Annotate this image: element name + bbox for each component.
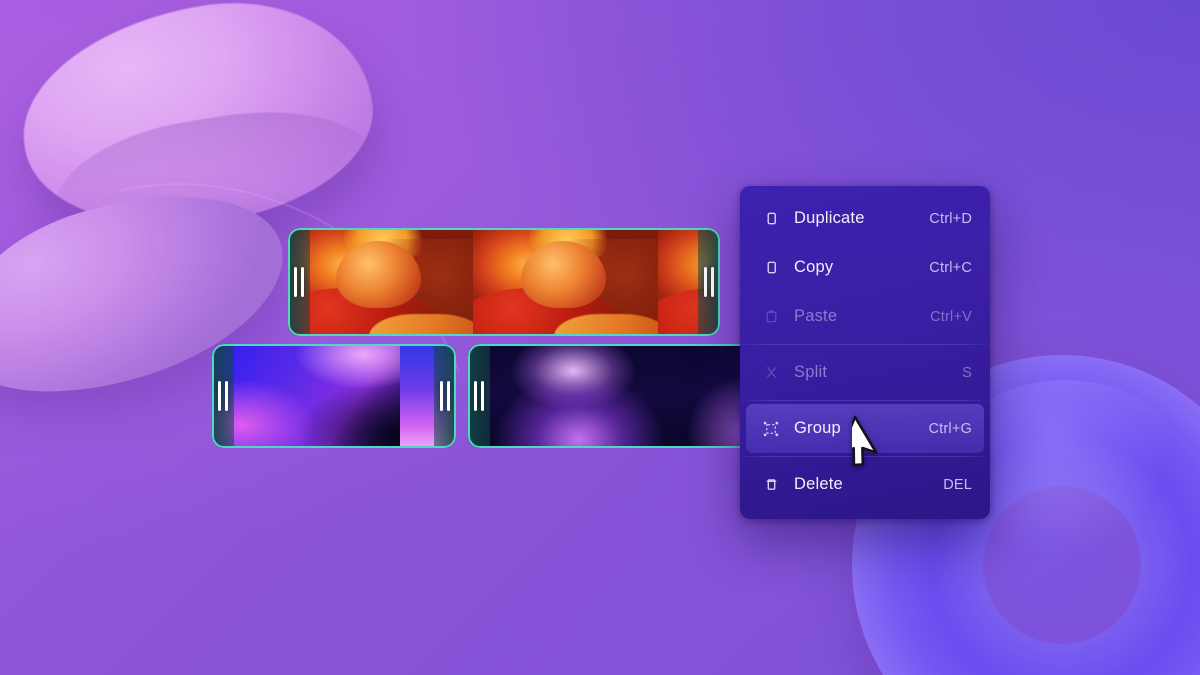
menu-item-shortcut: Ctrl+V xyxy=(930,308,972,325)
menu-item-label: Split xyxy=(794,363,828,381)
clip-frame xyxy=(468,344,760,448)
duplicate-icon xyxy=(760,211,782,226)
menu-item-shortcut: S xyxy=(962,364,972,381)
group-icon xyxy=(760,421,782,437)
timeline-clip[interactable] xyxy=(288,228,720,336)
menu-item-label: Duplicate xyxy=(794,209,865,227)
editor-canvas: Duplicate Ctrl+D Copy Ctrl+C Paste Ctrl+V Spli… xyxy=(0,0,1200,675)
menu-item-label: Paste xyxy=(794,307,838,325)
clip-thumbnail-strip xyxy=(468,344,760,448)
menu-item-label: Copy xyxy=(794,258,834,276)
menu-item-shortcut: Ctrl+G xyxy=(928,420,972,437)
clip-thumbnail-strip xyxy=(212,344,456,448)
trim-handle-left[interactable] xyxy=(468,344,490,448)
menu-item-split: Split S xyxy=(746,348,984,397)
menu-item-delete[interactable]: Delete DEL xyxy=(746,460,984,509)
menu-item-label: Delete xyxy=(794,475,843,493)
menu-item-label: Group xyxy=(794,419,841,437)
menu-item-shortcut: Ctrl+C xyxy=(929,259,972,276)
trim-handle-left[interactable] xyxy=(212,344,234,448)
paste-icon xyxy=(760,309,782,324)
trim-handle-left[interactable] xyxy=(288,228,310,336)
timeline-clip[interactable] xyxy=(468,344,760,448)
context-menu[interactable]: Duplicate Ctrl+D Copy Ctrl+C Paste Ctrl+V Spli… xyxy=(740,186,990,519)
menu-item-duplicate[interactable]: Duplicate Ctrl+D xyxy=(746,194,984,243)
menu-item-shortcut: Ctrl+D xyxy=(929,210,972,227)
trim-handle-right[interactable] xyxy=(698,228,720,336)
menu-item-group[interactable]: Group Ctrl+G xyxy=(746,404,984,453)
clip-thumbnail-strip xyxy=(288,228,720,336)
menu-separator xyxy=(740,400,990,401)
menu-item-shortcut: DEL xyxy=(943,476,972,493)
clip-frame xyxy=(288,228,473,336)
split-icon xyxy=(760,365,782,380)
menu-separator xyxy=(740,456,990,457)
menu-item-copy[interactable]: Copy Ctrl+C xyxy=(746,243,984,292)
decorative-blob-upper xyxy=(7,0,387,250)
timeline-clip[interactable] xyxy=(212,344,456,448)
menu-separator xyxy=(740,344,990,345)
trash-icon xyxy=(760,477,782,492)
menu-item-paste: Paste Ctrl+V xyxy=(746,292,984,341)
copy-icon xyxy=(760,260,782,275)
clip-frame xyxy=(473,228,658,336)
trim-handle-right[interactable] xyxy=(434,344,456,448)
